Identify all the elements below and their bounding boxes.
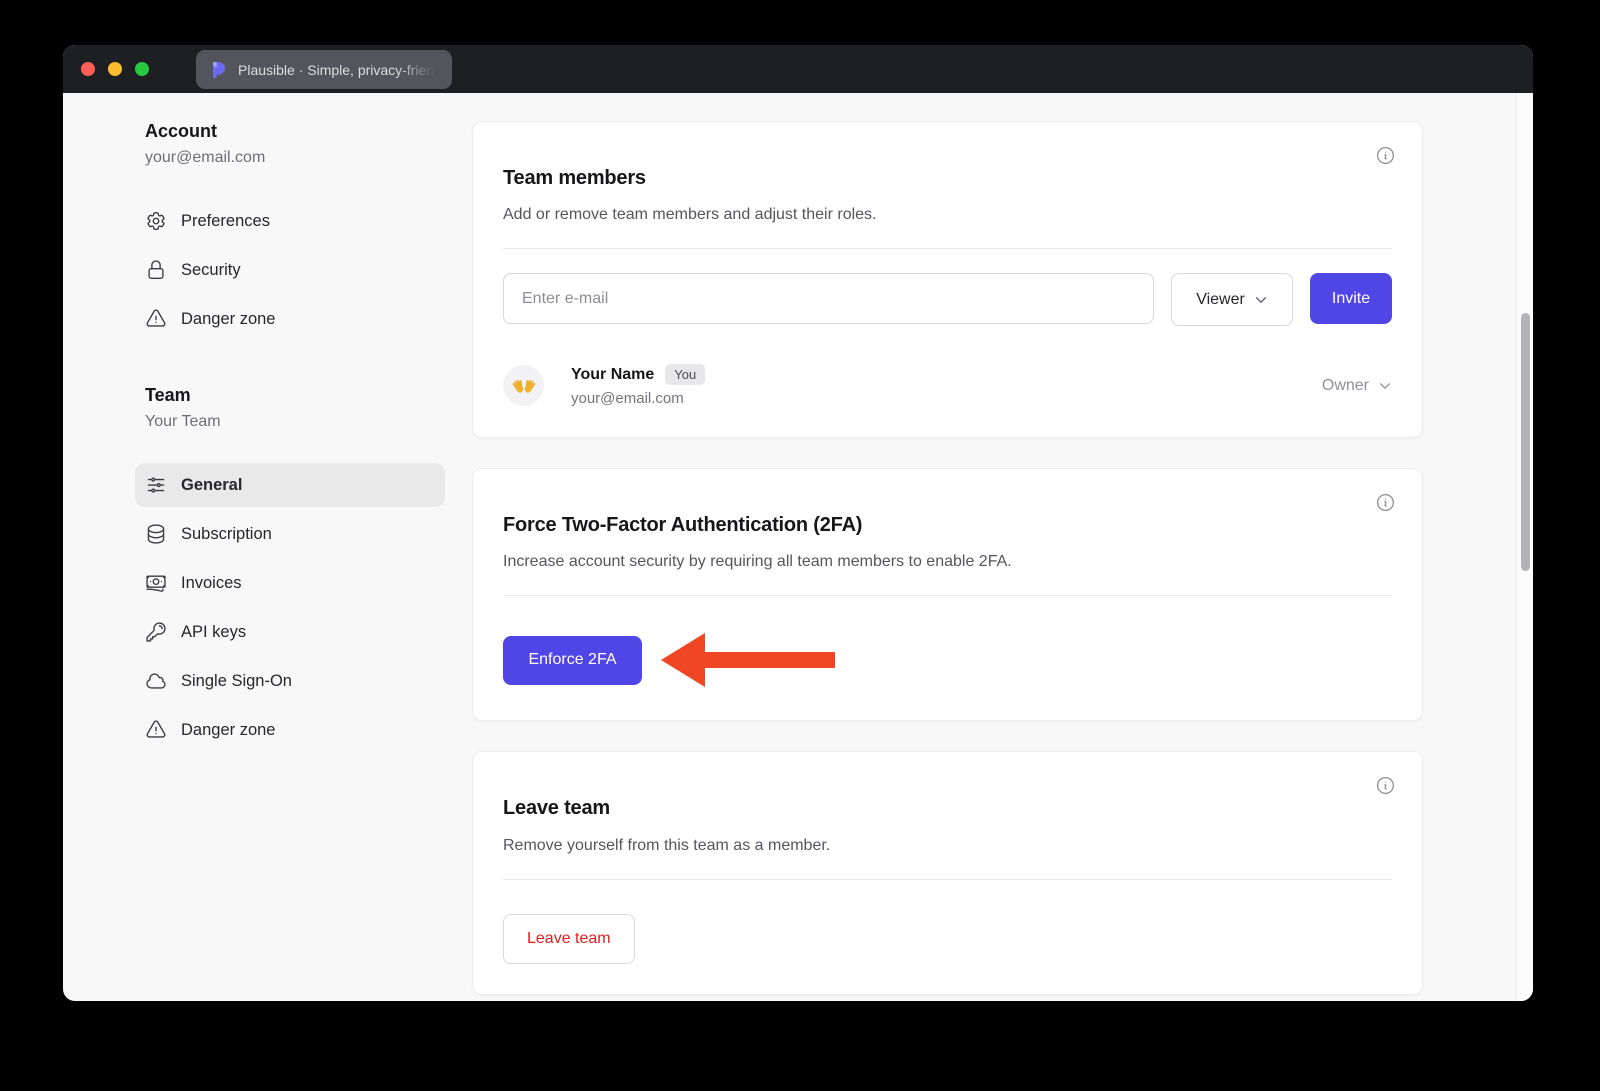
you-badge: You xyxy=(665,364,705,385)
red-arrow-annotation-icon xyxy=(659,630,837,690)
desktop: { "window": { "tab_title": "Plausible · … xyxy=(0,0,1600,1091)
team-section: Team Your Team General Subscription xyxy=(135,385,445,752)
member-role-select[interactable]: Owner xyxy=(1322,377,1392,395)
scrollbar-thumb[interactable] xyxy=(1521,313,1530,571)
database-icon xyxy=(145,523,167,545)
settings-main: Team members Add or remove team members … xyxy=(472,121,1423,1001)
sidebar-item-danger-zone-team[interactable]: Danger zone xyxy=(135,708,445,752)
sidebar-item-label: Subscription xyxy=(181,525,272,544)
tab-title: Plausible · Simple, privacy-friend xyxy=(238,62,440,78)
enforce-2fa-button[interactable]: Enforce 2FA xyxy=(503,636,642,685)
sidebar-item-label: Invoices xyxy=(181,574,242,593)
banknote-icon xyxy=(145,572,167,594)
sidebar-item-general[interactable]: General xyxy=(135,463,445,507)
sidebar-item-single-sign-on[interactable]: Single Sign-On xyxy=(135,659,445,703)
role-select-value: Viewer xyxy=(1196,291,1245,309)
minimize-window-button[interactable] xyxy=(108,62,122,76)
info-icon[interactable] xyxy=(1375,492,1396,513)
account-nav: Preferences Security Danger zone xyxy=(135,199,445,341)
plausible-logo-icon xyxy=(208,60,228,80)
sidebar-item-label: Danger zone xyxy=(181,721,275,740)
member-role-value: Owner xyxy=(1322,377,1369,395)
account-section-heading: Account xyxy=(135,121,445,142)
sidebar-item-label: Security xyxy=(181,261,241,280)
sidebar-item-label: Danger zone xyxy=(181,310,275,329)
account-email: your@email.com xyxy=(135,149,445,167)
sidebar-item-api-keys[interactable]: API keys xyxy=(135,610,445,654)
warning-triangle-icon xyxy=(145,308,167,330)
team-nav: General Subscription Invoices xyxy=(135,463,445,752)
team-members-card: Team members Add or remove team members … xyxy=(472,121,1423,438)
invite-button[interactable]: Invite xyxy=(1310,273,1392,324)
invite-row: Viewer Invite xyxy=(503,273,1392,326)
scrollbar-track xyxy=(1516,93,1533,1001)
sidebar-item-label: API keys xyxy=(181,623,246,642)
member-email: your@email.com xyxy=(571,390,705,407)
team-section-heading: Team xyxy=(135,385,445,406)
sliders-icon xyxy=(145,474,167,496)
divider xyxy=(503,248,1392,249)
enforce-row: Enforce 2FA xyxy=(503,630,1392,690)
sidebar-item-subscription[interactable]: Subscription xyxy=(135,512,445,556)
chevron-down-icon xyxy=(1254,293,1268,307)
team-name: Your Team xyxy=(135,413,445,431)
traffic-lights xyxy=(81,62,149,76)
info-icon[interactable] xyxy=(1375,775,1396,796)
browser-window: Plausible · Simple, privacy-friend Accou… xyxy=(63,45,1533,1001)
role-select[interactable]: Viewer xyxy=(1171,273,1293,326)
sidebar-item-label: General xyxy=(181,476,242,495)
leave-team-card: Leave team Remove yourself from this tea… xyxy=(472,751,1423,994)
open-hands-emoji-icon xyxy=(511,377,537,395)
sidebar-item-preferences[interactable]: Preferences xyxy=(135,199,445,243)
sidebar-item-label: Single Sign-On xyxy=(181,672,292,691)
page-content: Account your@email.com Preferences Secur… xyxy=(63,93,1533,1001)
sidebar-item-danger-zone-account[interactable]: Danger zone xyxy=(135,297,445,341)
avatar xyxy=(503,365,544,406)
divider xyxy=(503,879,1392,880)
divider xyxy=(503,595,1392,596)
key-icon xyxy=(145,621,167,643)
card-title: Team members xyxy=(503,167,1392,190)
force-2fa-card: Force Two-Factor Authentication (2FA) In… xyxy=(472,468,1423,721)
info-icon[interactable] xyxy=(1375,145,1396,166)
sidebar-item-security[interactable]: Security xyxy=(135,248,445,292)
card-description: Add or remove team members and adjust th… xyxy=(503,206,1392,224)
member-identity: Your Name You your@email.com xyxy=(571,364,705,407)
lock-icon xyxy=(145,259,167,281)
zoom-window-button[interactable] xyxy=(135,62,149,76)
member-name: Your Name xyxy=(571,366,654,384)
sidebar-item-invoices[interactable]: Invoices xyxy=(135,561,445,605)
browser-tab[interactable]: Plausible · Simple, privacy-friend xyxy=(196,50,452,89)
gear-icon xyxy=(145,210,167,232)
card-description: Remove yourself from this team as a memb… xyxy=(503,837,1392,855)
titlebar: Plausible · Simple, privacy-friend xyxy=(63,45,1533,93)
warning-triangle-icon xyxy=(145,719,167,741)
cloud-icon xyxy=(145,670,167,692)
close-window-button[interactable] xyxy=(81,62,95,76)
invite-email-input[interactable] xyxy=(503,273,1154,324)
card-title: Force Two-Factor Authentication (2FA) xyxy=(503,514,1392,537)
card-description: Increase account security by requiring a… xyxy=(503,553,1392,571)
settings-sidebar: Account your@email.com Preferences Secur… xyxy=(135,121,445,1001)
member-row: Your Name You your@email.com Owner xyxy=(503,364,1392,407)
leave-team-button[interactable]: Leave team xyxy=(503,914,635,964)
chevron-down-icon xyxy=(1378,379,1392,393)
sidebar-item-label: Preferences xyxy=(181,212,270,231)
card-title: Leave team xyxy=(503,797,1392,820)
